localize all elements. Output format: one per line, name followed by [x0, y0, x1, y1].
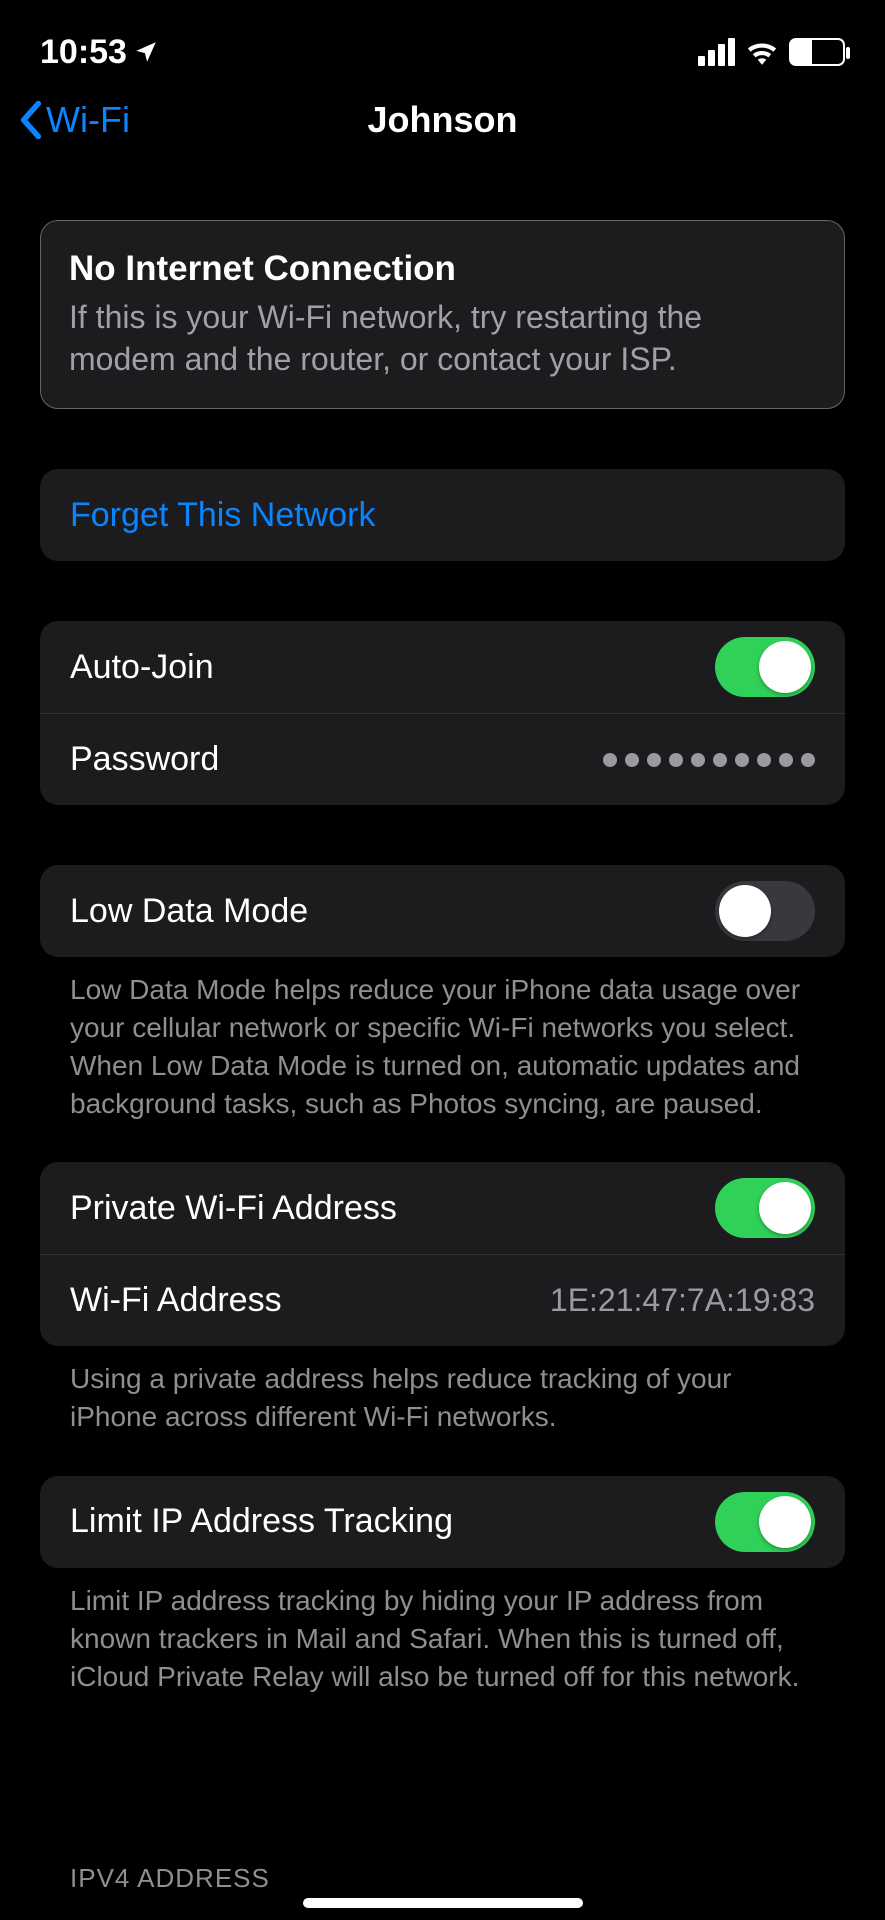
forget-network-button[interactable]: Forget This Network: [40, 469, 845, 561]
back-button[interactable]: Wi-Fi: [20, 99, 130, 141]
ipv4-address-header: IPV4 ADDRESS: [40, 1863, 270, 1894]
battery-icon: [789, 38, 845, 66]
forget-network-label: Forget This Network: [70, 496, 375, 535]
page-title: Johnson: [0, 99, 885, 141]
private-wifi-address-footer: Using a private address helps reduce tra…: [40, 1346, 845, 1436]
low-data-mode-label: Low Data Mode: [70, 892, 308, 931]
private-wifi-address-toggle[interactable]: [715, 1178, 815, 1238]
limit-ip-tracking-footer: Limit IP address tracking by hiding your…: [40, 1568, 845, 1695]
password-label: Password: [70, 740, 219, 779]
alert-body: If this is your Wi-Fi network, try resta…: [69, 297, 816, 380]
auto-join-row: Auto-Join: [40, 621, 845, 713]
status-icons: [698, 38, 845, 66]
alert-title: No Internet Connection: [69, 249, 816, 289]
low-data-mode-toggle[interactable]: [715, 881, 815, 941]
status-bar: 10:53: [0, 0, 885, 90]
wifi-icon: [745, 39, 779, 65]
password-row[interactable]: Password: [40, 713, 845, 805]
wifi-address-label: Wi-Fi Address: [70, 1281, 282, 1320]
password-value: [603, 753, 815, 767]
no-internet-alert: No Internet Connection If this is your W…: [40, 220, 845, 409]
wifi-address-value: 1E:21:47:7A:19:83: [550, 1282, 815, 1319]
home-indicator[interactable]: [0, 1898, 885, 1908]
wifi-address-row[interactable]: Wi-Fi Address 1E:21:47:7A:19:83: [40, 1254, 845, 1346]
low-data-mode-footer: Low Data Mode helps reduce your iPhone d…: [40, 957, 845, 1122]
location-icon: [133, 39, 159, 65]
back-label: Wi-Fi: [46, 99, 130, 141]
private-wifi-address-label: Private Wi-Fi Address: [70, 1189, 397, 1228]
limit-ip-tracking-label: Limit IP Address Tracking: [70, 1502, 453, 1541]
private-wifi-address-row: Private Wi-Fi Address: [40, 1162, 845, 1254]
status-time-container: 10:53: [40, 33, 159, 72]
auto-join-label: Auto-Join: [70, 648, 214, 687]
nav-bar: Wi-Fi Johnson: [0, 90, 885, 150]
limit-ip-tracking-row: Limit IP Address Tracking: [40, 1476, 845, 1568]
cellular-signal-icon: [698, 38, 735, 66]
limit-ip-tracking-toggle[interactable]: [715, 1492, 815, 1552]
chevron-left-icon: [20, 101, 42, 139]
status-time: 10:53: [40, 33, 127, 72]
low-data-mode-row: Low Data Mode: [40, 865, 845, 957]
auto-join-toggle[interactable]: [715, 637, 815, 697]
